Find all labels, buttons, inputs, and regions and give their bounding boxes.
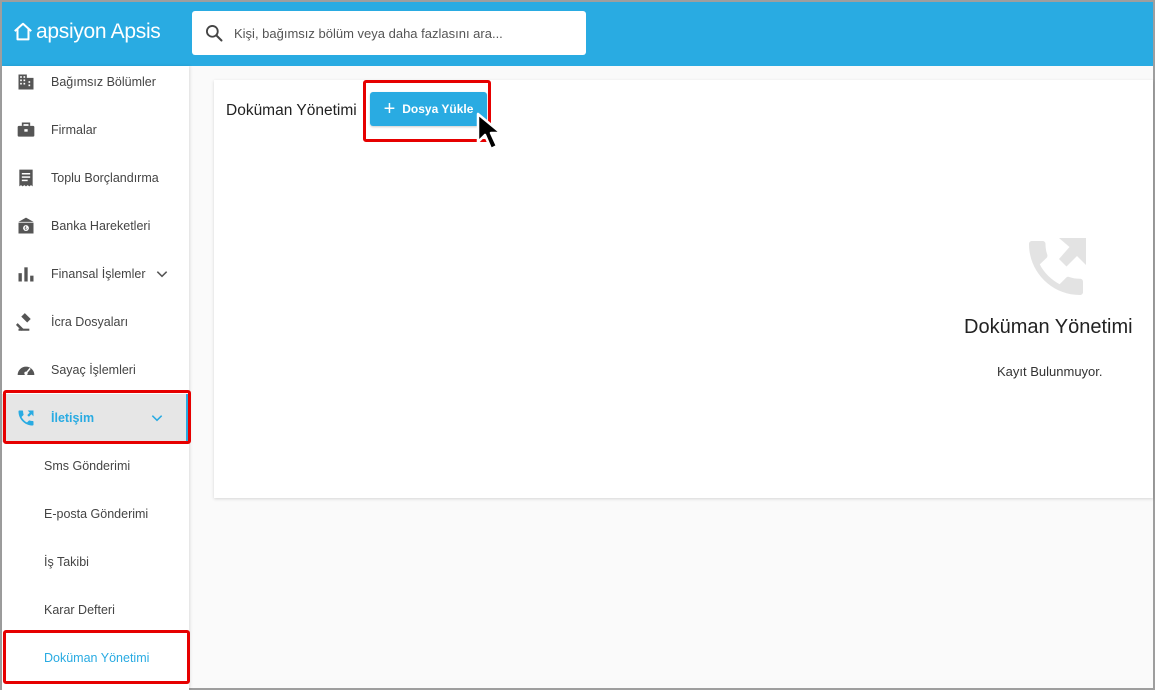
chevron-down-icon[interactable] — [155, 267, 169, 281]
sidebar-item-label: Sayaç İşlemleri — [51, 363, 136, 377]
gavel-icon — [16, 312, 36, 332]
mouse-cursor-icon — [476, 112, 518, 159]
empty-state-message: Kayıt Bulunmuyor. — [997, 364, 1103, 379]
sidebar-item-bank-transactions[interactable]: ₺ Banka Hareketleri — [2, 202, 189, 250]
sidebar-item-bulk-debit[interactable]: Toplu Borçlandırma — [2, 154, 189, 202]
sidebar-subitem-label: E-posta Gönderimi — [44, 507, 149, 521]
sidebar-item-label: Finansal İşlemler — [51, 267, 146, 281]
sidebar-item-label: Toplu Borçlandırma — [51, 171, 159, 185]
meter-icon — [16, 360, 36, 380]
top-bar: apsiyon Apsis — [2, 2, 1153, 66]
sidebar: Bağımsız Bölümler Firmalar Toplu Borçlan… — [2, 66, 189, 690]
sidebar-subitem-decision-book[interactable]: Karar Defteri — [2, 586, 189, 634]
app-logo[interactable]: apsiyon Apsis — [12, 20, 161, 44]
upload-file-button[interactable]: + Dosya Yükle — [370, 92, 487, 126]
home-icon — [14, 22, 32, 41]
sidebar-item-companies[interactable]: Firmalar — [2, 106, 189, 154]
sidebar-subitem-task-tracking[interactable]: İş Takibi — [2, 538, 189, 586]
building-icon — [16, 72, 36, 92]
sidebar-subitem-label: Doküman Yönetimi — [44, 651, 150, 665]
plus-icon: + — [383, 98, 396, 120]
sidebar-item-meter-operations[interactable]: Sayaç İşlemleri — [2, 346, 189, 394]
sidebar-subitem-email[interactable]: E-posta Gönderimi — [2, 490, 189, 538]
document-management-card: Doküman Yönetimi + Dosya Yükle Doküman Y… — [214, 80, 1153, 498]
sidebar-subitem-document-management[interactable]: Doküman Yönetimi — [2, 634, 189, 682]
bank-icon: ₺ — [16, 216, 36, 236]
briefcase-icon — [16, 120, 36, 140]
sidebar-item-label: Firmalar — [51, 123, 97, 137]
sidebar-subitem-sms[interactable]: Sms Gönderimi — [2, 442, 189, 490]
sidebar-item-independent-units[interactable]: Bağımsız Bölümler — [2, 66, 189, 106]
empty-state-title: Doküman Yönetimi — [964, 316, 1133, 338]
sidebar-item-label: Bağımsız Bölümler — [51, 75, 156, 89]
upload-file-label: Dosya Yükle — [402, 102, 474, 116]
search-input[interactable] — [232, 24, 566, 42]
sidebar-item-label: İcra Dosyaları — [51, 315, 129, 329]
page-title: Doküman Yönetimi — [226, 102, 357, 119]
sidebar-item-label: İletişim — [51, 411, 95, 425]
phone-forward-icon — [16, 408, 36, 428]
sidebar-subitem-label: İş Takibi — [44, 555, 89, 569]
receipt-icon — [16, 168, 36, 188]
sidebar-subitem-label: Sms Gönderimi — [44, 459, 131, 473]
sidebar-item-label: Banka Hareketleri — [51, 219, 151, 233]
sidebar-item-financial-operations[interactable]: Finansal İşlemler — [2, 250, 189, 298]
sidebar-subitem-label: Karar Defteri — [44, 603, 115, 617]
sidebar-item-enforcement-files[interactable]: İcra Dosyaları — [2, 298, 189, 346]
sidebar-item-communication[interactable]: İletişim — [2, 394, 189, 442]
logo-text: apsiyon Apsis — [36, 20, 161, 43]
search-box[interactable] — [192, 11, 586, 55]
search-icon — [204, 23, 224, 43]
chevron-down-icon[interactable] — [150, 411, 164, 425]
phone-forward-icon — [1020, 232, 1092, 309]
bar-chart-icon — [16, 264, 36, 284]
